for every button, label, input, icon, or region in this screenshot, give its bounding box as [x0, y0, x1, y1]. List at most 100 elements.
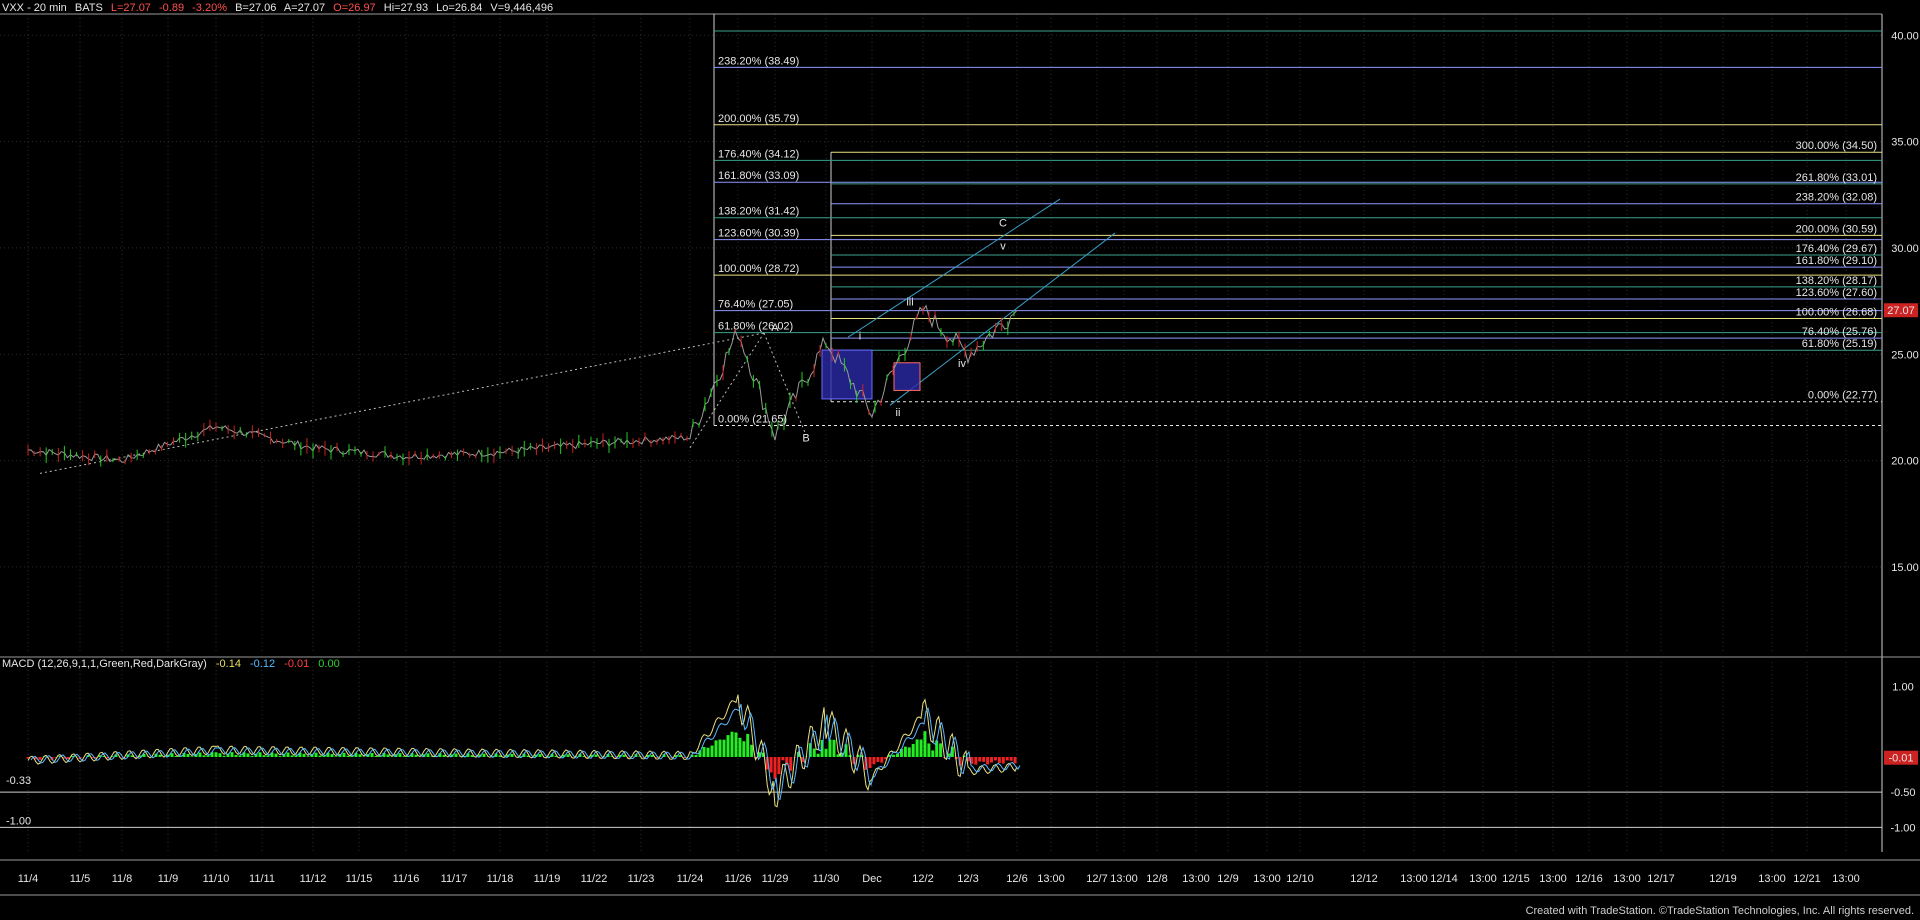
time-tick-label: 11/30: [813, 873, 840, 885]
time-tick-label: 11/8: [112, 873, 133, 885]
time-tick-label: 12/15: [1502, 873, 1530, 885]
time-tick-label: 11/9: [158, 873, 179, 885]
symbol-header: VXX - 20 min BATS L=27.07 -0.89 -3.20% B…: [2, 2, 558, 14]
time-tick-label: 12/7: [1086, 873, 1107, 885]
fib-label-left: 176.40% (34.12): [718, 148, 799, 160]
macd-value-2: -0.12: [250, 658, 276, 670]
open-price: O=26.97: [333, 2, 376, 14]
time-tick-label: 13:00: [1832, 873, 1860, 885]
wave-label: iii: [906, 296, 913, 308]
fib-label-right: 261.80% (33.01): [1796, 172, 1877, 184]
bid-price: B=27.06: [235, 2, 277, 14]
time-tick-label: 12/19: [1709, 873, 1737, 885]
macd-left-label: -1.00: [6, 815, 31, 827]
exchange-label: BATS: [74, 2, 103, 14]
change-value: -0.89: [159, 2, 185, 14]
price-tick-label: 15.00: [1891, 562, 1919, 574]
macd-badge-value: -0.01: [1888, 753, 1913, 765]
change-percent: -3.20%: [192, 2, 227, 14]
macd-left-label: -0.33: [6, 775, 31, 787]
price-axis: 40.00 35.00 30.00 25.00 20.00 15.00: [1891, 30, 1919, 574]
fib-label-right: 300.00% (34.50): [1796, 140, 1877, 152]
time-tick-label: 11/17: [441, 873, 468, 885]
time-tick-label: 13:00: [1613, 873, 1641, 885]
macd-tick-label: 1.00: [1892, 682, 1913, 694]
time-tick-label: 13:00: [1182, 873, 1210, 885]
macd-header: MACD (12,26,9,1,1,Green,Red,DarkGray) -0…: [2, 658, 346, 670]
highlight-box: [821, 349, 873, 400]
fib-label-left: 161.80% (33.09): [718, 170, 799, 182]
ask-price: A=27.07: [283, 2, 326, 14]
price-tick-label: 30.00: [1891, 243, 1919, 255]
price-tick-label: 25.00: [1891, 349, 1919, 361]
fib-label-right: 123.60% (27.60): [1796, 287, 1877, 299]
time-tick-label: Dec: [862, 873, 882, 885]
fib-label-left: 200.00% (35.79): [718, 113, 799, 125]
macd-value-3: -0.01: [284, 658, 310, 670]
fib-label-right: 76.40% (25.76): [1802, 326, 1877, 338]
low-price: Lo=26.84: [436, 2, 483, 14]
wave-labels: ABiiiiiiivCv: [771, 218, 1007, 445]
price-series: 27.07: [27, 303, 1918, 467]
time-tick-label: 11/15: [346, 873, 373, 885]
last-price: L=27.07: [110, 2, 151, 14]
time-tick-label: 12/8: [1146, 873, 1167, 885]
price-chart[interactable]: 27.07 ABiiiiiiivCv 238.20% (38.49)200.00…: [0, 0, 1920, 920]
time-tick-label: 12/21: [1793, 873, 1821, 885]
fib-label-right: 200.00% (30.59): [1796, 223, 1877, 235]
time-tick-label: 12/3: [957, 873, 978, 885]
time-tick-label: 12/12: [1350, 873, 1378, 885]
macd-tick-label: -0.50: [1890, 787, 1915, 799]
wave-label: v: [1000, 241, 1006, 253]
time-tick-label: 12/2: [912, 873, 933, 885]
trendline-dashed: [689, 332, 765, 449]
copyright-credit: Created with TradeStation. ©TradeStation…: [1525, 905, 1914, 917]
fib-label-left: 0.00% (21.65): [718, 414, 787, 426]
wave-label: ii: [896, 407, 901, 419]
channel-lower: [889, 232, 1116, 406]
time-tick-label: 12/10: [1286, 873, 1314, 885]
fib-label-right: 161.80% (29.10): [1796, 255, 1877, 267]
time-tick-label: 11/19: [534, 873, 561, 885]
macd-value-4: 0.00: [318, 658, 340, 670]
high-price: Hi=27.93: [383, 2, 429, 14]
macd-value-1: -0.14: [215, 658, 241, 670]
time-tick-label: 11/29: [762, 873, 789, 885]
fib-label-left: 138.20% (31.42): [718, 206, 799, 218]
fib-label-right: 61.80% (25.19): [1802, 338, 1877, 350]
time-tick-label: 11/10: [203, 873, 230, 885]
fib-label-left: 238.20% (38.49): [718, 55, 799, 67]
time-tick-label: 12/16: [1575, 873, 1603, 885]
fib-label-right: 138.20% (28.17): [1796, 275, 1877, 287]
time-tick-label: 11/23: [628, 873, 655, 885]
time-tick-label: 11/22: [581, 873, 608, 885]
time-tick-label: 11/11: [249, 873, 275, 885]
fibonacci-lines: [713, 14, 1882, 427]
highlight-box: [893, 362, 921, 391]
wave-label: B: [802, 432, 809, 444]
fib-label-left: 61.80% (26.02): [718, 321, 793, 333]
macd-tick-label: -1.00: [1890, 822, 1915, 834]
time-tick-label: 11/18: [487, 873, 514, 885]
time-tick-label: 11/4: [18, 873, 39, 885]
time-tick-label: 11/26: [725, 873, 752, 885]
time-tick-label: 13:00: [1758, 873, 1786, 885]
price-tick-label: 35.00: [1891, 137, 1919, 149]
wave-label: iv: [958, 358, 966, 370]
time-tick-label: 13:00: [1110, 873, 1138, 885]
price-tick-label: 20.00: [1891, 456, 1919, 468]
time-axis: 11/4 11/5 11/8 11/9 11/10 11/11 11/12 11/15 11/1…: [18, 873, 1860, 885]
time-tick-label: 11/5: [70, 873, 91, 885]
time-tick-label: 12/6: [1006, 873, 1027, 885]
fibonacci-labels: 238.20% (38.49) 200.00% (35.79) 176.40% (3…: [718, 55, 1877, 425]
time-tick-label: 13:00: [1037, 873, 1065, 885]
last-price-value: 27.07: [1887, 305, 1915, 317]
time-tick-label: 11/24: [677, 873, 704, 885]
symbol-label: VXX - 20 min: [2, 2, 67, 14]
fib-label-right: 176.40% (29.67): [1796, 243, 1877, 255]
time-tick-label: 13:00: [1400, 873, 1428, 885]
price-tick-label: 40.00: [1891, 30, 1919, 42]
fib-label-right: 238.20% (32.08): [1796, 192, 1877, 204]
channel-upper: [847, 198, 1061, 338]
macd-title: MACD (12,26,9,1,1,Green,Red,DarkGray): [2, 658, 207, 670]
